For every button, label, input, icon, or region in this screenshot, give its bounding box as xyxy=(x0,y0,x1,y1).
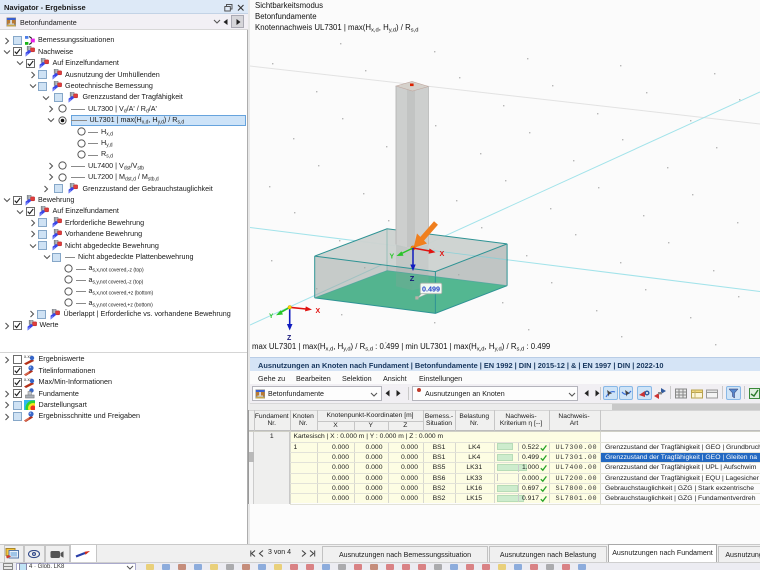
svg-text:0.499: 0.499 xyxy=(422,284,440,293)
svg-text:Y: Y xyxy=(269,313,274,320)
svg-text:Z: Z xyxy=(410,274,415,283)
svg-text:X: X xyxy=(316,308,321,315)
svg-text:Y: Y xyxy=(390,254,395,261)
svg-text:X: X xyxy=(440,249,445,258)
svg-text:Z: Z xyxy=(287,335,292,342)
